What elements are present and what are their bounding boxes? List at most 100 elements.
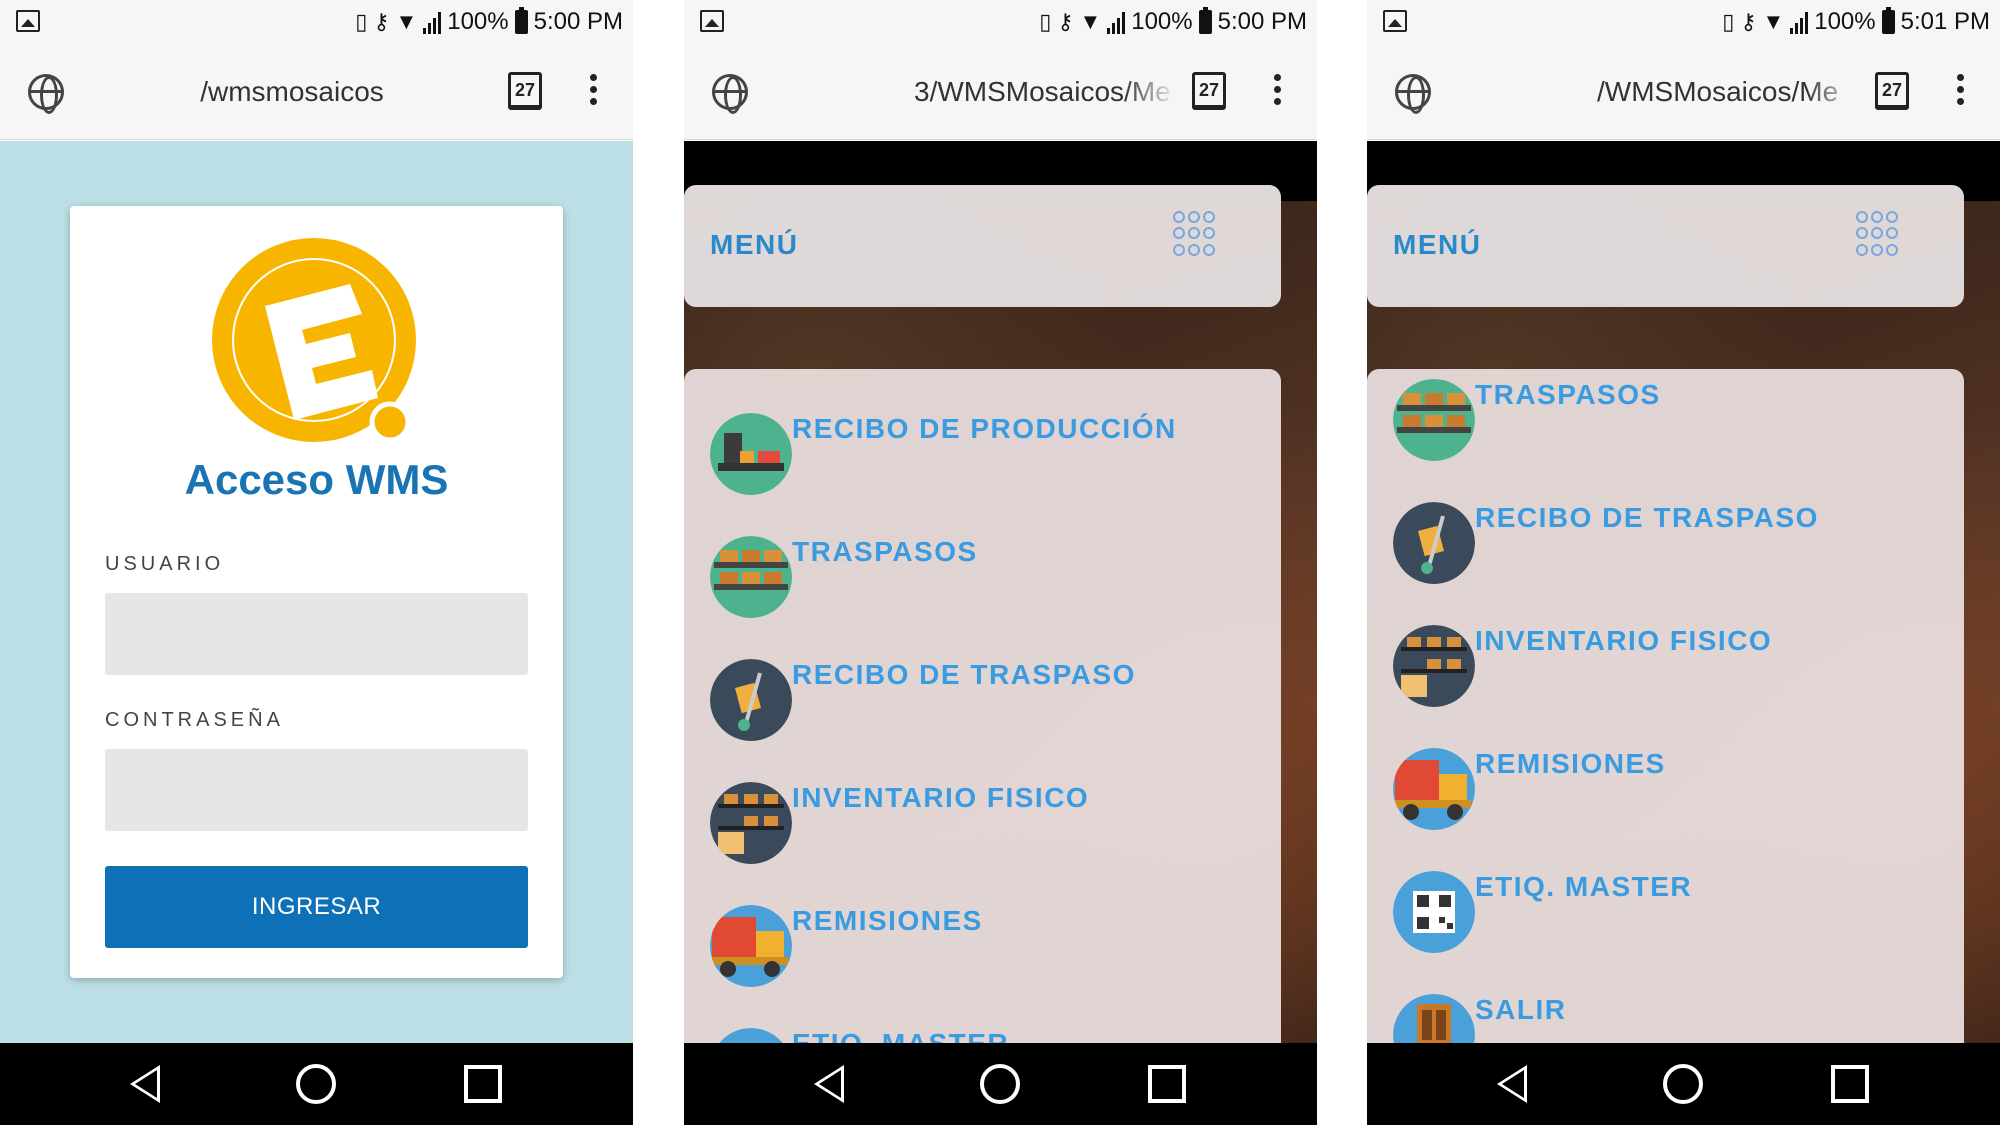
menu-list: TRASPASOS RECIBO DE TRASPASO INVENTARIO … [1367,369,1964,1043]
username-label: USUARIO [105,553,225,575]
menu-background: MENÚ TRASPASOS RECIBO DE TRASPASO INVENT… [1367,141,2000,1043]
signal-icon [1790,10,1809,34]
overflow-menu-icon[interactable] [590,74,598,110]
browser-toolbar: /WMSMosaicos/Me 27 [1367,44,2000,140]
battery-icon [1198,7,1212,34]
globe-icon[interactable] [28,74,64,114]
login-title: Acceso WMS [184,456,449,503]
overflow-menu-icon[interactable] [1274,74,1282,110]
tab-switcher-button[interactable]: 27 [508,72,542,110]
phone-login-screen: ▯ ⚷ ▼ 100% 5:00 PM /wmsmosaicos 27 Acces… [0,0,633,1125]
battery-icon [514,7,528,34]
status-bar: ▯ ⚷ ▼ 100% 5:00 PM [0,0,633,44]
menu-item-label: RECIBO DE PRODUCCIÓN [792,413,1177,444]
android-nav-bar [1367,1043,2000,1125]
menu-item-traspasos[interactable]: TRASPASOS [1393,379,1953,469]
apps-grid-icon[interactable] [1173,211,1219,257]
menu-item-traspasos[interactable]: TRASPASOS [710,536,1270,626]
back-icon[interactable] [130,1065,160,1103]
menu-item-label: SALIR [1475,994,1567,1025]
globe-icon[interactable] [1395,74,1431,114]
inventory-icon [710,782,792,864]
home-icon[interactable] [1663,1064,1703,1104]
hand-truck-icon [710,659,792,741]
vibrate-icon: ▯ [1722,9,1735,34]
phone-menu-scrolled-screen: ▯ ⚷ ▼ 100% 5:01 PM /WMSMosaicos/Me 27 ME… [1367,0,2000,1125]
shelves-icon [710,536,792,618]
menu-item-recibo-traspaso[interactable]: RECIBO DE TRASPASO [710,659,1270,749]
menu-item-label: INVENTARIO FISICO [1475,625,1773,656]
company-logo [212,238,416,443]
battery-percent: 100% [447,8,509,35]
signal-icon [423,10,442,34]
url-field[interactable]: /wmsmosaicos [92,72,492,112]
menu-item-label: ETIQ. MASTER [792,1028,1009,1043]
menu-item-label: RECIBO DE TRASPASO [1475,502,1819,533]
username-input[interactable] [105,593,528,675]
url-field[interactable]: 3/WMSMosaicos/Me [914,72,1176,112]
login-button[interactable]: INGRESAR [105,866,528,948]
wifi-icon: ▼ [1762,9,1785,34]
vpn-key-icon: ⚷ [1057,9,1074,34]
back-icon[interactable] [1497,1065,1527,1103]
production-icon [710,413,792,495]
menu-item-label: REMISIONES [1475,748,1666,779]
phone-menu-screen: ▯ ⚷ ▼ 100% 5:00 PM 3/WMSMosaicos/Me 27 M… [684,0,1317,1125]
menu-item-label: REMISIONES [792,905,983,936]
signal-icon [1107,10,1126,34]
truck-icon [710,905,792,987]
recents-icon[interactable] [1148,1065,1186,1103]
vibrate-icon: ▯ [355,9,368,34]
menu-item-recibo-produccion[interactable]: RECIBO DE PRODUCCIÓN [710,413,1270,503]
password-input[interactable] [105,749,528,831]
menu-item-inventario[interactable]: INVENTARIO FISICO [710,782,1270,872]
menu-item-salir[interactable]: SALIR [1393,994,1953,1043]
menu-background: MENÚ RECIBO DE PRODUCCIÓN TRASPASOS RECI… [684,141,1317,1043]
image-notification-icon [1383,10,1407,32]
home-icon[interactable] [296,1064,336,1104]
menu-item-etiq-master[interactable]: ETIQ. MASTER [710,1028,1270,1043]
password-label: CONTRASEÑA [105,709,284,731]
status-bar: ▯ ⚷ ▼ 100% 5:01 PM [1367,0,2000,44]
menu-item-etiq-master[interactable]: ETIQ. MASTER [1393,871,1953,961]
inventory-icon [1393,625,1475,707]
vibrate-icon: ▯ [1039,9,1052,34]
tab-switcher-button[interactable]: 27 [1192,72,1226,110]
vpn-key-icon: ⚷ [1740,9,1757,34]
wifi-icon: ▼ [395,9,418,34]
login-card: Acceso WMS USUARIO CONTRASEÑA INGRESAR [70,206,563,978]
shelves-icon [1393,379,1475,461]
menu-item-recibo-traspaso[interactable]: RECIBO DE TRASPASO [1393,502,1953,592]
android-nav-bar [0,1043,633,1125]
menu-title: MENÚ [1393,229,1482,260]
menu-item-label: ETIQ. MASTER [1475,871,1693,902]
clock: 5:00 PM [1217,8,1307,35]
menu-item-label: TRASPASOS [792,536,978,567]
battery-icon [1881,7,1895,34]
hand-truck-icon [1393,502,1475,584]
menu-title: MENÚ [710,229,799,260]
battery-percent: 100% [1814,8,1876,35]
menu-item-remisiones[interactable]: REMISIONES [1393,748,1953,838]
browser-toolbar: 3/WMSMosaicos/Me 27 [684,44,1317,140]
screenshot-collage: ▯ ⚷ ▼ 100% 5:00 PM /wmsmosaicos 27 Acces… [0,0,2000,1125]
menu-item-remisiones[interactable]: REMISIONES [710,905,1270,995]
clock: 5:00 PM [533,8,623,35]
apps-grid-icon[interactable] [1856,211,1902,257]
clock: 5:01 PM [1900,8,1990,35]
menu-header: MENÚ [1367,185,1964,307]
door-icon [1393,994,1475,1043]
menu-header: MENÚ [684,185,1281,307]
globe-icon[interactable] [712,74,748,114]
menu-item-inventario[interactable]: INVENTARIO FISICO [1393,625,1953,715]
overflow-menu-icon[interactable] [1957,74,1965,110]
image-notification-icon [16,10,40,32]
back-icon[interactable] [814,1065,844,1103]
url-field[interactable]: /WMSMosaicos/Me [1597,72,1859,112]
recents-icon[interactable] [1831,1065,1869,1103]
home-icon[interactable] [980,1064,1020,1104]
android-nav-bar [684,1043,1317,1125]
tab-switcher-button[interactable]: 27 [1875,72,1909,110]
recents-icon[interactable] [464,1065,502,1103]
menu-item-label: TRASPASOS [1475,379,1661,410]
